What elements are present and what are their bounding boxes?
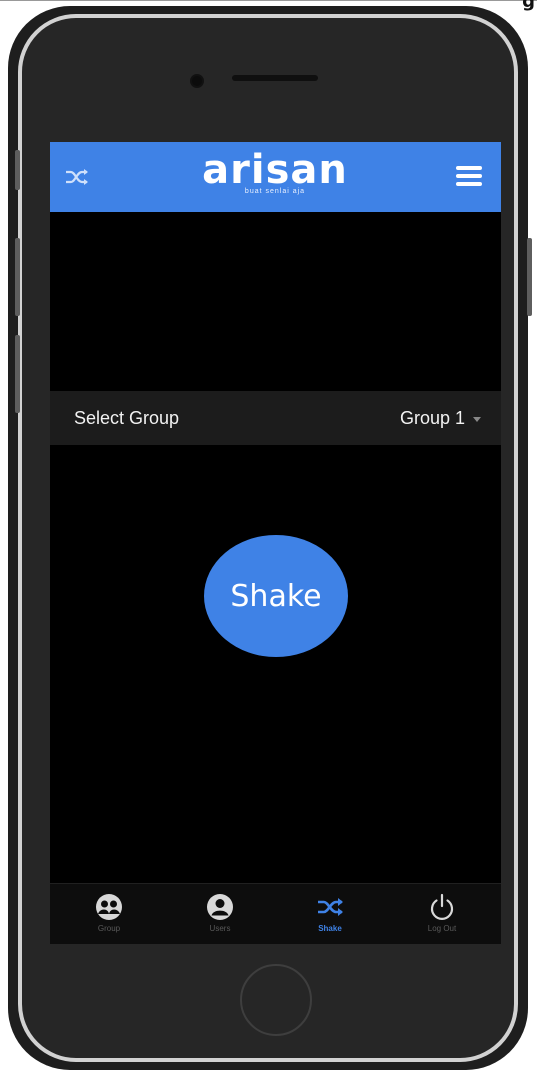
user-icon [207,894,233,920]
select-group-row[interactable]: Select Group Group 1 [50,391,501,445]
app-header: arisan buat senlai aja [50,142,501,212]
shake-button[interactable]: Shake [204,535,348,657]
tab-shake-label: Shake [318,924,342,933]
home-button[interactable] [240,964,312,1036]
side-button-mute [15,150,20,190]
app-logo: arisan buat senlai aja [200,148,350,195]
page-top-line [0,0,537,1]
hamburger-menu-icon[interactable] [456,166,482,186]
power-icon [430,893,454,920]
tab-group-label: Group [97,924,121,933]
tab-users[interactable]: Users [180,888,260,944]
select-group-label: Select Group [74,408,180,428]
shuffle-icon [318,898,343,916]
earpiece-speaker [232,75,318,81]
side-button-volume-down [15,335,20,413]
chevron-down-icon[interactable] [473,417,481,422]
bottom-tab-bar: Group Users Shake Log Out [50,883,501,944]
side-button-power [527,238,532,316]
tab-log-out-label: Log Out [427,924,457,933]
logo-text: arisan [202,147,348,193]
corner-glyph: g [522,0,535,12]
tab-log-out[interactable]: Log Out [402,888,482,944]
tab-group[interactable]: Group [69,888,149,944]
select-group-value[interactable]: Group 1 [400,408,465,429]
tab-users-label: Users [209,924,231,933]
app-screen: arisan buat senlai aja Select Group Grou… [50,142,501,944]
group-icon [96,894,122,920]
side-button-volume-up [15,238,20,316]
front-camera [190,74,204,88]
tab-shake[interactable]: Shake [290,888,370,944]
shuffle-icon[interactable] [64,165,90,189]
